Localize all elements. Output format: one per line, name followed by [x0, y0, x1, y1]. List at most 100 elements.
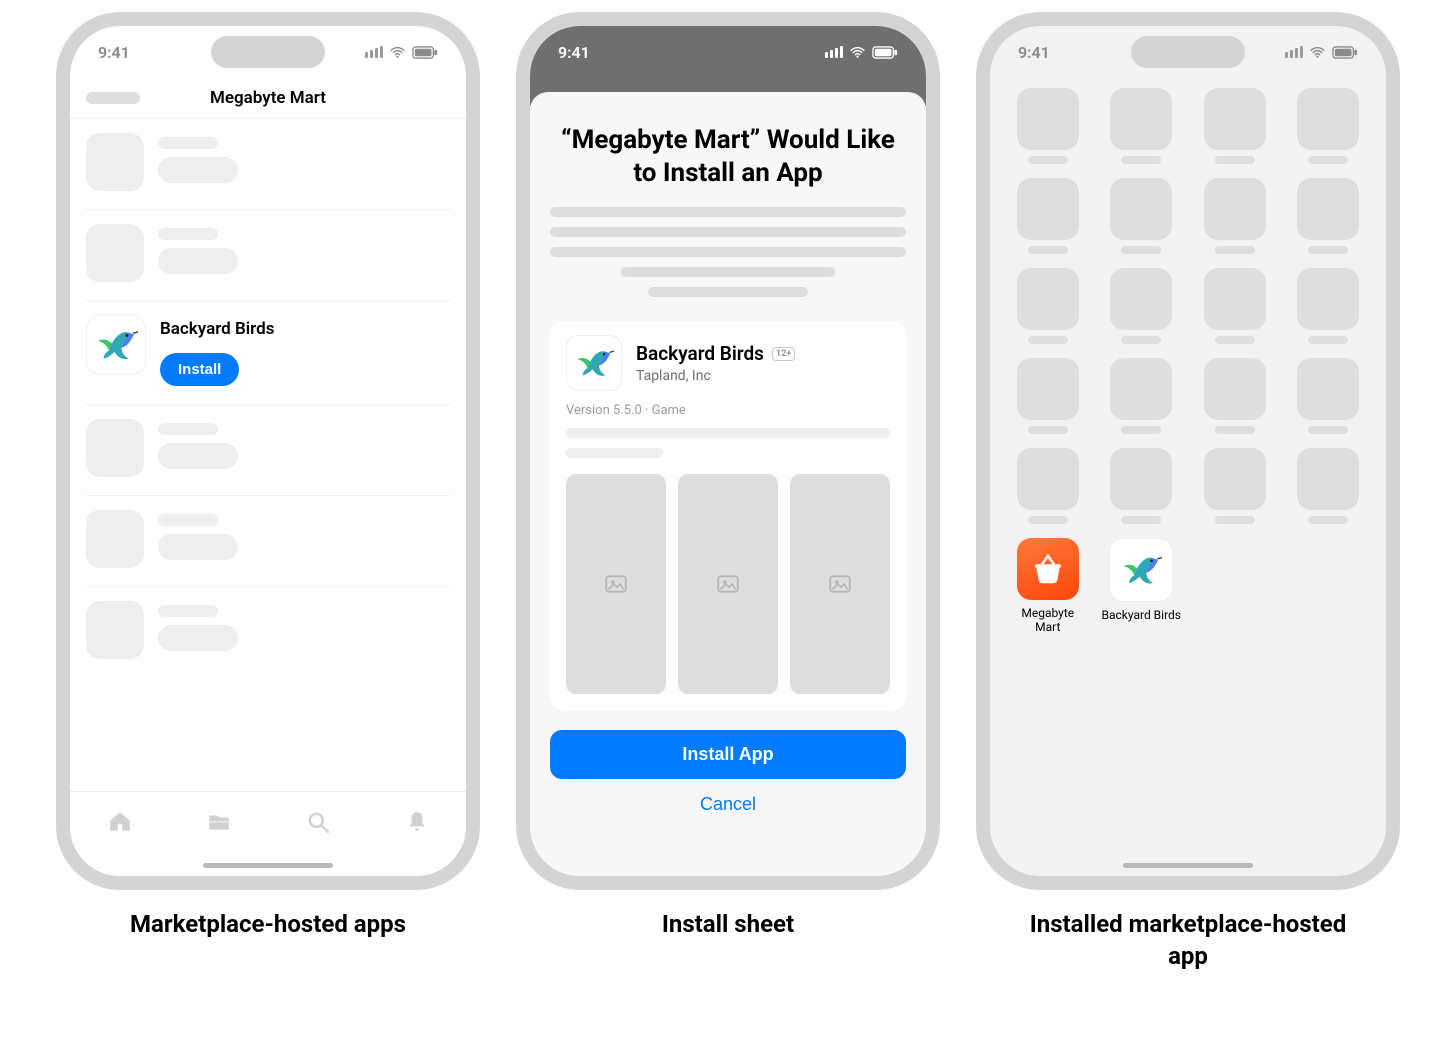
placeholder-line [158, 137, 218, 149]
placeholder-pill [158, 248, 238, 274]
app-title: Backyard Birds [160, 319, 274, 339]
app-icon-placeholder [86, 133, 144, 191]
install-button[interactable]: Install [160, 353, 239, 386]
cellular-icon [1285, 46, 1303, 58]
caption: Install sheet [662, 908, 794, 940]
nav-title: Megabyte Mart [210, 88, 326, 108]
app-tile-placeholder[interactable] [1195, 268, 1275, 344]
developer-name: Tapland, Inc [636, 368, 795, 384]
phone-marketplace: 9:41 Megabyte Mart [56, 12, 480, 890]
app-label: Megabyte Mart [1008, 606, 1088, 635]
app-label: Backyard Birds [1102, 608, 1182, 622]
nav-bar: Megabyte Mart [70, 78, 466, 119]
placeholder-line [158, 605, 218, 617]
placeholder-line [158, 228, 218, 240]
app-tile-placeholder[interactable] [1195, 88, 1275, 164]
tab-alerts-icon[interactable] [404, 809, 430, 839]
screenshot-placeholder [566, 474, 666, 694]
screenshot-placeholder [678, 474, 778, 694]
list-item[interactable] [86, 119, 450, 210]
list-item[interactable] [86, 405, 450, 496]
back-button[interactable] [86, 92, 140, 104]
cellular-icon [825, 46, 843, 58]
home-indicator[interactable] [203, 863, 333, 868]
diagram-stage: 9:41 Megabyte Mart [0, 0, 1456, 973]
app-icon-megabyte-mart [1017, 538, 1079, 600]
placeholder-line [158, 423, 218, 435]
app-icon-backyard-birds [1109, 538, 1173, 602]
status-icons [825, 44, 898, 61]
column-home-screen: 9:41 [976, 12, 1400, 973]
placeholder-line [566, 428, 890, 438]
caption: Marketplace-hosted apps [130, 908, 406, 940]
app-icon-backyard-birds [566, 335, 622, 391]
app-tile-placeholder[interactable] [1289, 268, 1369, 344]
install-sheet: “Megabyte Mart” Would Like to Install an… [530, 92, 926, 876]
dynamic-island [671, 36, 785, 68]
caption: Installed marketplace-hosted app [1028, 908, 1348, 973]
app-tile-placeholder[interactable] [1289, 448, 1369, 524]
placeholder-line [158, 514, 218, 526]
app-tile-placeholder[interactable] [1008, 178, 1088, 254]
home-grid[interactable]: Megabyte Mart Backyard Birds [990, 78, 1386, 635]
app-name-row: Backyard Birds 12+ [636, 342, 795, 365]
app-tile-placeholder[interactable] [1289, 88, 1369, 164]
tab-search-icon[interactable] [305, 809, 331, 839]
app-icon-placeholder [86, 224, 144, 282]
app-tile-placeholder[interactable] [1008, 358, 1088, 434]
battery-icon [872, 46, 898, 59]
list-item-backyard-birds[interactable]: Backyard Birds Install [86, 301, 450, 405]
install-app-button[interactable]: Install App [550, 730, 906, 779]
tab-home-icon[interactable] [107, 809, 133, 839]
battery-icon [1332, 46, 1358, 59]
placeholder-pill [158, 534, 238, 560]
app-tile-placeholder[interactable] [1102, 178, 1182, 254]
dynamic-island [211, 36, 325, 68]
wifi-icon [849, 44, 866, 61]
app-tile-placeholder[interactable] [1289, 178, 1369, 254]
app-tile-backyard-birds[interactable]: Backyard Birds [1102, 538, 1182, 635]
app-card: Backyard Birds 12+ Tapland, Inc Version … [550, 321, 906, 710]
placeholder-pill [158, 443, 238, 469]
placeholder-pill [158, 157, 238, 183]
placeholder-line [566, 448, 663, 458]
app-tile-placeholder[interactable] [1102, 358, 1182, 434]
home-indicator[interactable] [1123, 863, 1253, 868]
tab-library-icon[interactable] [206, 809, 232, 839]
app-tile-placeholder[interactable] [1195, 448, 1275, 524]
cellular-icon [365, 46, 383, 58]
app-icon-placeholder [86, 510, 144, 568]
phone-install-sheet: 9:41 “Megabyte Mart” Would Like to Insta… [516, 12, 940, 890]
dynamic-island [1131, 36, 1245, 68]
screenshot-placeholder [790, 474, 890, 694]
app-tile-placeholder[interactable] [1008, 448, 1088, 524]
app-tile-placeholder[interactable] [1195, 358, 1275, 434]
app-tile-placeholder[interactable] [1008, 88, 1088, 164]
app-tile-megabyte-mart[interactable]: Megabyte Mart [1008, 538, 1088, 635]
version-line: Version 5.5.0 · Game [566, 403, 890, 418]
app-list[interactable]: Backyard Birds Install [70, 119, 466, 677]
list-item[interactable] [86, 496, 450, 587]
age-rating-badge: 12+ [772, 347, 795, 361]
app-icon-placeholder [86, 419, 144, 477]
app-icon-backyard-birds [86, 315, 146, 375]
status-time: 9:41 [558, 43, 590, 62]
app-tile-placeholder[interactable] [1102, 268, 1182, 344]
app-icon-placeholder [86, 601, 144, 659]
cancel-button[interactable]: Cancel [550, 793, 906, 816]
screenshot-row[interactable] [566, 474, 890, 694]
status-time: 9:41 [98, 43, 130, 62]
app-tile-placeholder[interactable] [1102, 448, 1182, 524]
app-tile-placeholder[interactable] [1195, 178, 1275, 254]
app-tile-placeholder[interactable] [1289, 358, 1369, 434]
sheet-description-placeholder [550, 207, 906, 297]
list-item[interactable] [86, 587, 450, 677]
column-marketplace: 9:41 Megabyte Mart [56, 12, 480, 973]
app-tile-placeholder[interactable] [1102, 88, 1182, 164]
status-icons [1285, 44, 1358, 61]
placeholder-pill [158, 625, 238, 651]
column-install-sheet: 9:41 “Megabyte Mart” Would Like to Insta… [516, 12, 940, 973]
status-time: 9:41 [1018, 43, 1050, 62]
list-item[interactable] [86, 210, 450, 301]
app-tile-placeholder[interactable] [1008, 268, 1088, 344]
